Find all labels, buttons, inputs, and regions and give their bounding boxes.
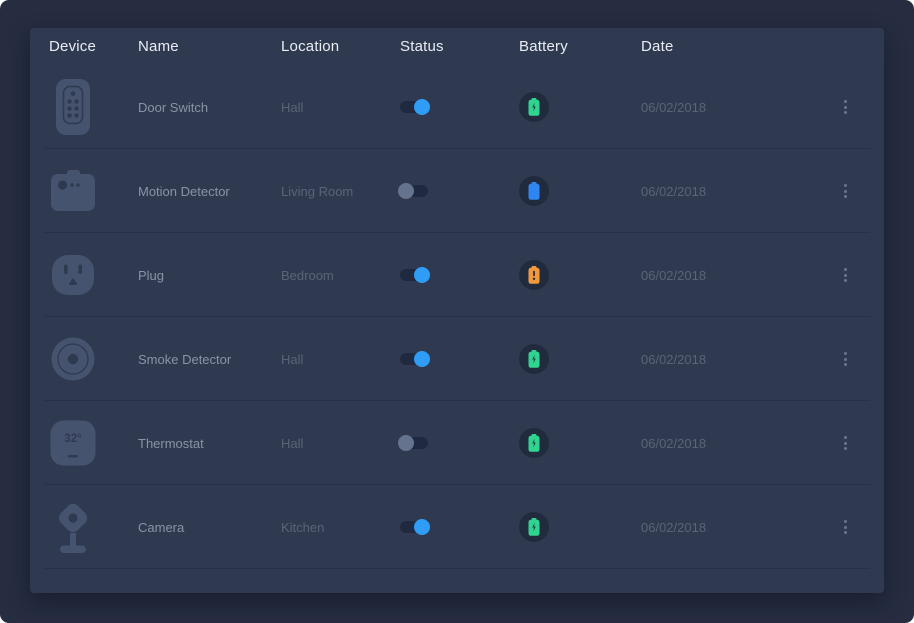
device-date: 06/02/2018 [641,436,830,451]
table-row: Camera Kitchen 06/02/2018 [30,485,884,569]
device-date: 06/02/2018 [641,352,830,367]
column-header-status: Status [400,38,519,55]
device-date: 06/02/2018 [641,268,830,283]
device-name: Motion Detector [138,184,281,199]
status-toggle[interactable] [400,437,428,449]
device-name: Door Switch [138,100,281,115]
camera-icon [49,501,97,553]
column-header-location: Location [281,38,400,55]
toggle-knob [414,519,430,535]
row-menu-kebab-icon[interactable] [841,97,850,117]
column-header-battery: Battery [519,38,641,55]
devices-table-card: Device Name Location Status Battery Date… [30,28,884,593]
smoke-detector-icon [49,337,97,381]
status-toggle[interactable] [400,269,428,281]
battery-full-icon [519,176,549,206]
table-body: Door Switch Hall 06/02/2018 Motion Detec… [30,65,884,569]
battery-charging-icon [519,428,549,458]
toggle-knob [414,99,430,115]
app-background: Device Name Location Status Battery Date… [0,0,914,623]
device-date: 06/02/2018 [641,184,830,199]
svg-text:32°: 32° [64,433,82,445]
battery-low-icon [519,260,549,290]
toggle-knob [414,351,430,367]
status-toggle[interactable] [400,353,428,365]
device-location: Bedroom [281,268,400,283]
battery-charging-icon [519,92,549,122]
row-menu-kebab-icon[interactable] [841,265,850,285]
table-header-row: Device Name Location Status Battery Date [30,28,884,65]
battery-charging-icon [519,344,549,374]
status-toggle[interactable] [400,185,428,197]
device-date: 06/02/2018 [641,520,830,535]
status-toggle[interactable] [400,521,428,533]
device-location: Kitchen [281,520,400,535]
toggle-knob [398,435,414,451]
device-name: Camera [138,520,281,535]
status-toggle[interactable] [400,101,428,113]
motion-detector-icon [49,170,97,212]
device-location: Hall [281,352,400,367]
thermostat-icon: 32° [49,420,97,466]
door-switch-icon [49,78,97,136]
device-location: Hall [281,100,400,115]
column-header-name: Name [138,38,281,55]
plug-icon [49,255,97,295]
row-menu-kebab-icon[interactable] [841,517,850,537]
device-location: Living Room [281,184,400,199]
row-menu-kebab-icon[interactable] [841,349,850,369]
row-menu-kebab-icon[interactable] [841,181,850,201]
table-row: Door Switch Hall 06/02/2018 [30,65,884,149]
battery-charging-icon [519,512,549,542]
toggle-knob [398,183,414,199]
device-name: Plug [138,268,281,283]
table-row: Plug Bedroom 06/02/2018 [30,233,884,317]
device-name: Thermostat [138,436,281,451]
row-menu-kebab-icon[interactable] [841,433,850,453]
column-header-device: Device [49,38,138,55]
table-row: Motion Detector Living Room 06/02/2018 [30,149,884,233]
table-row: Smoke Detector Hall 06/02/2018 [30,317,884,401]
table-row: 32° Thermostat Hall 06/02/2018 [30,401,884,485]
toggle-knob [414,267,430,283]
device-location: Hall [281,436,400,451]
device-date: 06/02/2018 [641,100,830,115]
device-name: Smoke Detector [138,352,281,367]
column-header-date: Date [641,38,830,55]
